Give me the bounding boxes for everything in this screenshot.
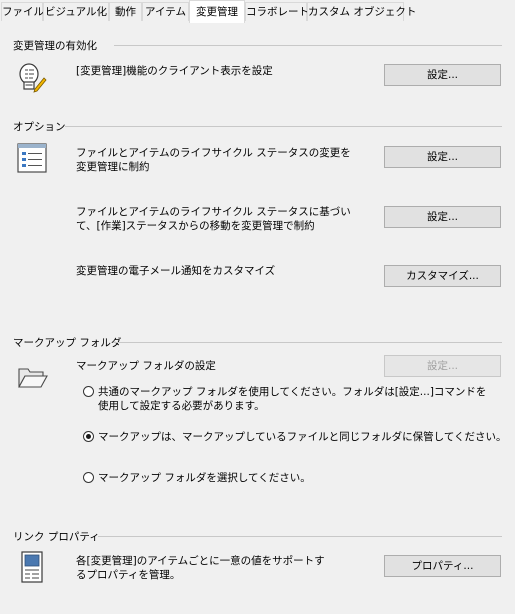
lifecycle-change-settings-button[interactable]: 設定... [384, 146, 501, 168]
customize-email-button[interactable]: カスタマイズ... [384, 265, 501, 287]
option1-description-line2: 変更管理に制約 [76, 161, 150, 173]
markup-folder-settings-label: マークアップ フォルダの設定 [76, 360, 216, 372]
enable-description: [変更管理]機能のクライアント表示を設定 [76, 65, 273, 77]
radio-label: マークアップ フォルダを選択してください。 [98, 472, 311, 484]
tab-collaborate[interactable]: コラボレート [245, 2, 309, 21]
radio-label-line1: 共通のマークアップ フォルダを使用してください。フォルダは[設定...]コマンド… [98, 386, 487, 398]
section-divider [114, 45, 502, 46]
tab-visualization[interactable]: ビジュアル化 [43, 2, 109, 21]
markup-folder-settings-button: 設定... [384, 355, 501, 377]
work-status-settings-button[interactable]: 設定... [384, 206, 501, 228]
client-display-settings-button[interactable]: 設定... [384, 64, 501, 86]
section-divider [98, 536, 502, 537]
radio-choose-markup-folder[interactable]: マークアップ フォルダを選択してください。 [83, 471, 383, 485]
link-properties-description-line2: るプロパティを管理。 [76, 569, 181, 581]
option2-description-line1: ファイルとアイテムのライフサイクル ステータスに基づい [76, 206, 351, 218]
section-title-markup: マークアップ フォルダ [13, 337, 122, 349]
radio-button[interactable] [83, 386, 94, 397]
radio-same-folder-as-file[interactable]: マークアップは、マークアップしているファイルと同じフォルダに保管してください。 [83, 430, 507, 444]
section-title-link-properties: リンク プロパティ [13, 531, 100, 543]
radio-label-line2: 使用して設定する必要があります。 [98, 400, 265, 412]
checklist-pencil-icon [19, 63, 47, 93]
tab-items[interactable]: アイテム [142, 2, 189, 21]
properties-button[interactable]: プロパティ... [384, 555, 501, 577]
list-window-icon [17, 143, 47, 173]
tab-change-management[interactable]: 変更管理 [189, 0, 245, 23]
radio-label: マークアップは、マークアップしているファイルと同じフォルダに保管してください。 [98, 431, 507, 443]
radio-selected-dot [86, 434, 91, 439]
open-folder-icon [18, 368, 48, 388]
radio-button-selected[interactable] [83, 431, 94, 442]
link-properties-description-line1: 各[変更管理]のアイテムごとに一意の値をサポートす [76, 555, 325, 567]
property-sheet-icon [21, 551, 43, 583]
section-title-enable: 変更管理の有効化 [13, 40, 97, 52]
section-title-options: オプション [13, 121, 66, 133]
tab-strip: ファイル ビジュアル化 動作 アイテム 変更管理 コラボレート カスタム オブジ… [0, 0, 515, 23]
option3-description: 変更管理の電子メール通知をカスタマイズ [76, 265, 276, 277]
section-divider [65, 126, 502, 127]
tab-panel: 変更管理の有効化 [変更管理]機能のクライアント表示を設定 設定... オプショ… [0, 22, 515, 614]
option1-description-line1: ファイルとアイテムのライフサイクル ステータスの変更を [76, 147, 351, 159]
tab-custom-objects[interactable]: カスタム オブジェクト [307, 2, 416, 21]
radio-common-markup-folder[interactable]: 共通のマークアップ フォルダを使用してください。フォルダは[設定...]コマンド… [83, 385, 486, 413]
radio-button[interactable] [83, 472, 94, 483]
section-divider [113, 342, 502, 343]
tab-behavior[interactable]: 動作 [109, 2, 142, 21]
tab-file[interactable]: ファイル [1, 2, 44, 21]
option2-description-line2: て、[作業]ステータスからの移動を変更管理で制約 [76, 220, 315, 232]
